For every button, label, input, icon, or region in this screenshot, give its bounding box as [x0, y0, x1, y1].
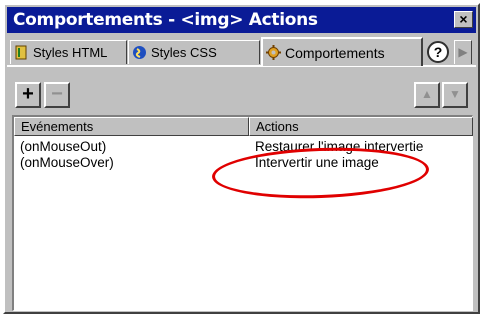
- styles-css-icon: [133, 46, 146, 59]
- column-header-actions[interactable]: Actions: [249, 117, 473, 136]
- minus-icon: −: [51, 83, 63, 105]
- help-button[interactable]: ?: [427, 41, 449, 63]
- tab-label: Styles HTML: [33, 45, 108, 60]
- add-behavior-button[interactable]: +: [15, 82, 41, 108]
- behaviors-list[interactable]: Evénements Actions (onMouseOut) Restaure…: [12, 115, 473, 311]
- window-title: Comportements - <img> Actions: [13, 10, 318, 30]
- tab-strip: Styles HTML Styles CSS Comportements ? ▶: [7, 36, 477, 66]
- move-down-button[interactable]: ▼: [442, 82, 468, 108]
- event-cell: (onMouseOut): [20, 139, 107, 154]
- close-button[interactable]: ×: [454, 11, 473, 28]
- tab-comportements[interactable]: Comportements: [261, 37, 423, 66]
- help-icon: ?: [433, 44, 443, 60]
- gear-icon: [266, 45, 281, 60]
- close-icon: ×: [459, 11, 468, 27]
- tab-scroll-right-button[interactable]: ▶: [454, 40, 472, 64]
- tab-label: Comportements: [285, 44, 385, 61]
- arrow-down-icon: ▼: [449, 87, 461, 101]
- chevron-right-icon: ▶: [458, 45, 468, 59]
- tab-styles-css[interactable]: Styles CSS: [128, 40, 260, 64]
- styles-html-icon: [15, 45, 27, 60]
- column-header-events[interactable]: Evénements: [14, 117, 249, 136]
- arrow-up-icon: ▲: [421, 87, 433, 101]
- event-cell: (onMouseOver): [20, 155, 114, 170]
- title-bar[interactable]: Comportements - <img> Actions ×: [7, 7, 476, 33]
- remove-behavior-button[interactable]: −: [44, 82, 70, 108]
- move-up-button[interactable]: ▲: [414, 82, 440, 108]
- tab-styles-html[interactable]: Styles HTML: [10, 40, 127, 64]
- plus-icon: +: [22, 83, 34, 105]
- tab-label: Styles CSS: [151, 45, 217, 60]
